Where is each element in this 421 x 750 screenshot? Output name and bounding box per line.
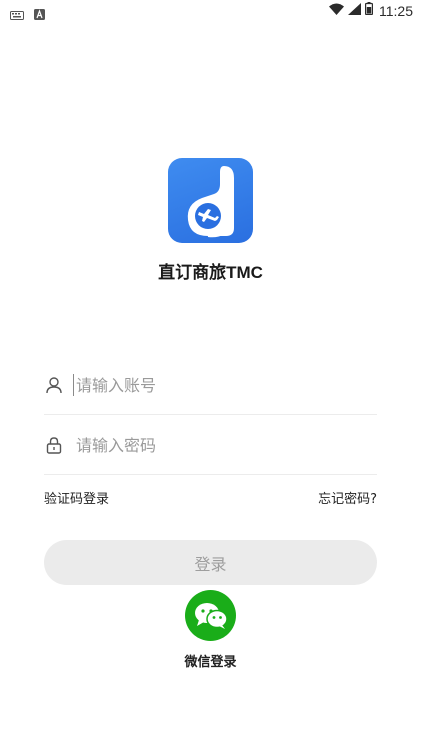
login-screen: 11:25 直订商旅TMC 请输入账号 验证码登录 忘记密码? 登录 微信登录: [0, 0, 421, 750]
app-name: 直订商旅TMC: [158, 263, 263, 282]
wifi-icon: [329, 3, 344, 19]
user-icon: [44, 375, 64, 395]
wechat-login-label: 微信登录: [184, 655, 237, 670]
app-logo: [168, 158, 253, 243]
a-notification-icon: [34, 5, 45, 24]
password-field[interactable]: [44, 416, 377, 475]
status-bar: 11:25: [0, 0, 421, 22]
forgot-password-link[interactable]: 忘记密码?: [318, 488, 377, 507]
signal-icon: [348, 2, 361, 19]
status-time: 11:25: [379, 2, 413, 19]
battery-icon: [365, 2, 374, 19]
lock-icon: [44, 435, 64, 455]
login-options-row: 验证码登录 忘记密码?: [44, 488, 377, 507]
login-button[interactable]: 登录: [44, 540, 377, 585]
keyboard-icon: [10, 5, 24, 24]
status-bar-left: [10, 5, 45, 24]
wechat-login-button[interactable]: [185, 590, 236, 641]
wechat-icon: [194, 602, 228, 629]
status-bar-right: 11:25: [329, 2, 413, 19]
app-logo-icon: [187, 166, 234, 238]
sms-login-link[interactable]: 验证码登录: [44, 488, 109, 507]
account-input[interactable]: [76, 375, 346, 395]
text-cursor: [73, 374, 74, 396]
account-field[interactable]: [44, 356, 377, 415]
password-input[interactable]: [76, 435, 346, 455]
